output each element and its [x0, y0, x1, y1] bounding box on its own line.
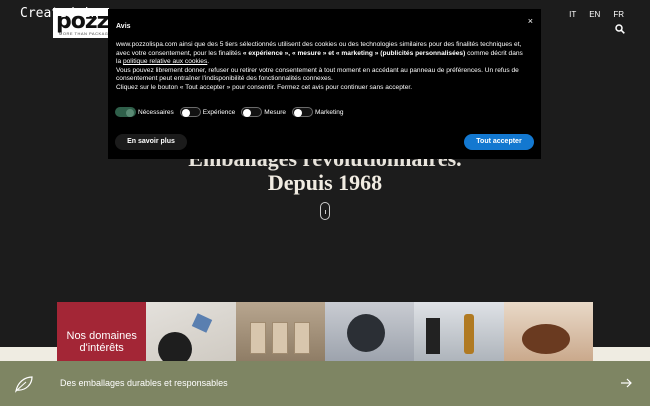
toggle-marketing[interactable]: Marketing	[291, 107, 344, 117]
p1-text-d: .	[207, 58, 210, 66]
p1-purposes: « expérience », « mesure » et « marketin…	[242, 49, 466, 57]
blue-sleeve-shape	[192, 313, 213, 333]
toggle-label: Nécessaires	[138, 108, 174, 116]
search-icon[interactable]	[615, 24, 625, 34]
learn-more-button[interactable]: En savoir plus	[115, 134, 187, 150]
interest-heading-line1: Nos domaines	[66, 330, 137, 342]
interest-heading-tile[interactable]: Nos domaines d'intérêts	[57, 302, 147, 361]
hero-title-line2: Depuis 1968	[267, 170, 383, 195]
lang-it[interactable]: IT	[569, 10, 576, 19]
box-shape	[293, 322, 310, 354]
toggle-switch-on[interactable]	[115, 107, 136, 117]
interest-tiles: Nos domaines d'intérêts	[57, 302, 593, 361]
tile-vinyl-image[interactable]	[146, 302, 236, 361]
consent-toggles: Nécessaires Expérience Mesure Marketing	[115, 107, 344, 117]
interest-heading: Nos domaines d'intérêts	[57, 330, 146, 354]
lang-fr[interactable]: FR	[613, 10, 624, 19]
scroll-down-indicator[interactable]	[320, 202, 330, 220]
language-switcher: IT EN FR	[569, 10, 624, 19]
consent-paragraph-3: Cliquez sur le bouton « Tout accepter » …	[116, 83, 413, 91]
box-shape	[271, 322, 288, 354]
package-shape	[426, 318, 441, 354]
accept-all-button[interactable]: Tout accepter	[464, 134, 534, 150]
toggle-mesure[interactable]: Mesure	[241, 107, 286, 117]
toggle-experience[interactable]: Expérience	[179, 107, 236, 117]
vinyl-record-shape	[158, 332, 193, 361]
lang-en[interactable]: EN	[589, 10, 600, 19]
cookie-policy-link[interactable]: politique relative aux cookies	[123, 58, 207, 65]
consent-paragraph-2: Vous pouvez librement donner, refuser ou…	[116, 66, 519, 83]
box-shape	[249, 322, 266, 354]
toggle-switch-off[interactable]	[291, 107, 313, 117]
interest-heading-line2: d'intérêts	[79, 342, 124, 354]
toggle-necessaires[interactable]: Nécessaires	[115, 107, 174, 117]
toggle-label: Mesure	[264, 108, 286, 116]
close-icon[interactable]: ×	[528, 16, 533, 26]
tile-machine-image[interactable]	[324, 302, 415, 361]
toggle-label: Marketing	[314, 108, 344, 116]
toggle-switch-off[interactable]	[241, 107, 263, 117]
arrow-right-icon[interactable]	[620, 377, 632, 389]
toggle-switch-off[interactable]	[179, 107, 201, 117]
gear-shape	[346, 314, 385, 352]
tile-boxes-image[interactable]	[235, 302, 325, 361]
chocolate-shape	[521, 324, 570, 354]
bottle-shape	[464, 314, 475, 354]
dialog-body: www.pozzolispa.com ainsi que des 5 tiers…	[116, 41, 526, 93]
cookie-consent-dialog: Avis × www.pozzolispa.com ainsi que des …	[108, 9, 541, 159]
consent-paragraph-1: www.pozzolispa.com ainsi que des 5 tiers…	[116, 41, 526, 67]
watermark: Created in	[20, 6, 99, 21]
sustainability-bar[interactable]: Des emballages durables et responsables	[0, 361, 650, 406]
tile-spirits-image[interactable]	[414, 302, 504, 361]
tile-chocolate-image[interactable]	[503, 302, 593, 361]
sustainability-text[interactable]: Des emballages durables et responsables	[60, 378, 228, 388]
leaf-icon	[15, 376, 33, 393]
dialog-title: Avis	[116, 23, 131, 30]
toggle-label: Expérience	[202, 108, 236, 116]
